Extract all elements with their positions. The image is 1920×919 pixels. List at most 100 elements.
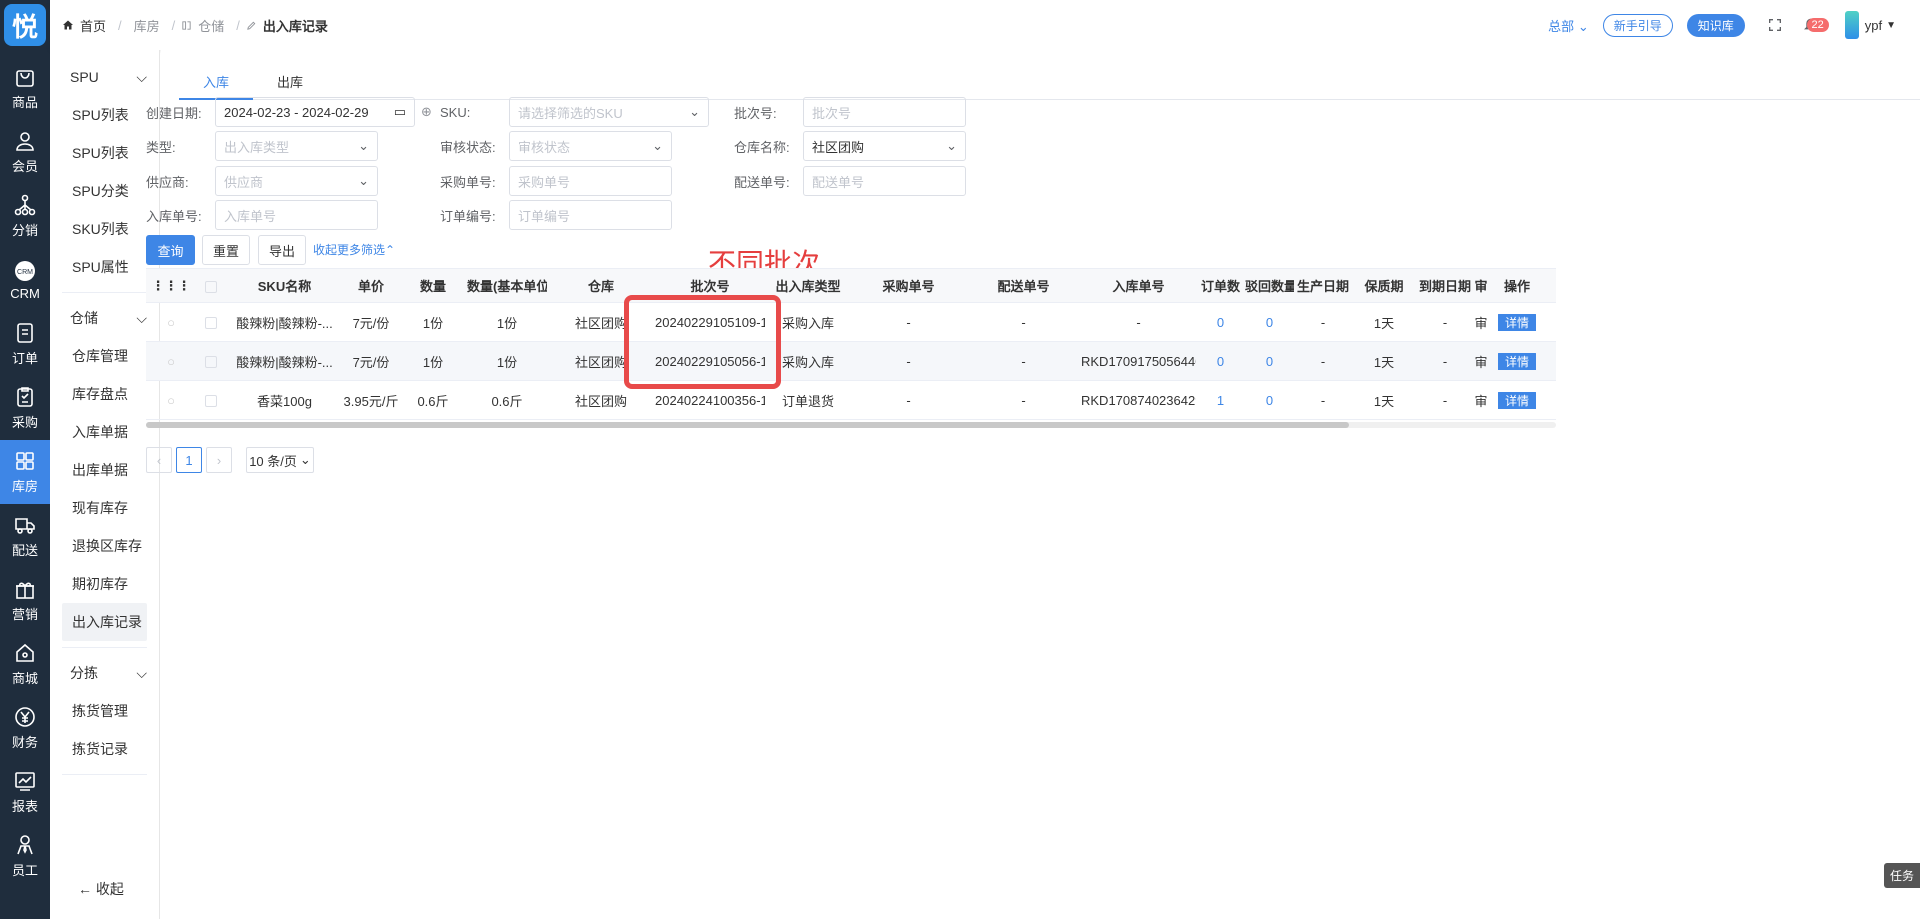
subitem-picking-records[interactable]: 拣货记录 bbox=[50, 730, 159, 768]
nav-item-finance[interactable]: 财务 bbox=[0, 696, 50, 760]
audit-status-select[interactable]: 审核状态 ⌄ bbox=[509, 131, 672, 161]
nav-item-delivery[interactable]: 配送 bbox=[0, 504, 50, 568]
nav-item-report[interactable]: 报表 bbox=[0, 760, 50, 824]
nav-item-staff[interactable]: 员工 bbox=[0, 824, 50, 888]
tabs: 入库 出库 bbox=[179, 72, 1920, 100]
nav-item-warehouse[interactable]: 库房 bbox=[0, 440, 50, 504]
nav-item-order[interactable]: 订单 bbox=[0, 312, 50, 376]
subitem-initial-stock[interactable]: 期初库存 bbox=[50, 565, 159, 603]
detail-button[interactable]: 详情 bbox=[1497, 313, 1536, 331]
row-checkbox[interactable] bbox=[205, 317, 217, 330]
reset-button[interactable]: 重置 bbox=[202, 235, 250, 265]
subitem-spu-list-2[interactable]: SPU列表 bbox=[50, 134, 159, 172]
row-radio[interactable]: ○ bbox=[146, 315, 196, 330]
sku-select[interactable]: 请选择筛选的SKU ⌄ bbox=[509, 97, 709, 127]
row-checkbox[interactable] bbox=[205, 395, 217, 408]
nav-item-marketing[interactable]: 营销 bbox=[0, 568, 50, 632]
collapse-sidebar-button[interactable]: ← 收起 bbox=[78, 879, 124, 899]
row-checkbox[interactable] bbox=[205, 356, 217, 369]
page-number[interactable]: 1 bbox=[176, 447, 202, 473]
subitem-sku-list[interactable]: SKU列表 bbox=[50, 210, 159, 248]
knowledge-base-button[interactable]: 知识库 bbox=[1686, 13, 1745, 37]
subitem-io-records[interactable]: 出入库记录 bbox=[62, 603, 147, 641]
notification-button[interactable]: 22 bbox=[1803, 16, 1829, 35]
calendar-icon: ▭ bbox=[393, 104, 406, 119]
breadcrumb-storage[interactable]: 仓储 bbox=[198, 16, 224, 35]
subitem-spu-category[interactable]: SPU分类 bbox=[50, 172, 159, 210]
export-button[interactable]: 导出 bbox=[258, 235, 306, 265]
subitem-outbound-docs[interactable]: 出库单据 bbox=[50, 451, 159, 489]
chevron-down-icon: ⌵ bbox=[136, 664, 147, 681]
subitem-spu-attr[interactable]: SPU属性 bbox=[50, 248, 159, 286]
chevron-down-icon: ⌄ bbox=[299, 452, 311, 467]
fullscreen-icon[interactable] bbox=[1767, 17, 1783, 33]
subgroup-spu[interactable]: SPU ⌵ bbox=[50, 58, 159, 96]
row-radio[interactable]: ○ bbox=[146, 354, 196, 369]
batch-cell: 20240224100356-1 bbox=[655, 392, 765, 408]
guide-button[interactable]: 新手引导 bbox=[1602, 13, 1673, 37]
task-button[interactable]: 任务 bbox=[1883, 863, 1920, 888]
warehouse-select[interactable]: 社区团购 ⌄ bbox=[803, 131, 966, 161]
subgroup-picking[interactable]: 分拣 ⌵ bbox=[50, 654, 159, 692]
tree-icon bbox=[14, 194, 36, 216]
select-all-checkbox[interactable] bbox=[205, 280, 217, 293]
filter-row: 创建日期: 2024-02-23 - 2024-02-29 ▭ ⊕ bbox=[146, 97, 432, 127]
prev-page-button[interactable]: ‹ bbox=[146, 447, 172, 473]
horizontal-scrollbar[interactable] bbox=[146, 422, 1556, 428]
chevron-down-icon: ⌄ bbox=[652, 138, 663, 153]
breadcrumb-home[interactable]: 首页 bbox=[80, 16, 106, 35]
nav-item-crm[interactable]: CRM CRM bbox=[0, 248, 50, 312]
avatar[interactable] bbox=[1844, 11, 1859, 39]
subgroup-storage[interactable]: 仓储 ⌵ bbox=[50, 299, 159, 337]
user-icon bbox=[16, 132, 34, 151]
chevron-down-icon: ⌄ bbox=[358, 173, 369, 188]
main-nav: 悦 商品 会员 分销 CRM CRM 订单 采购 库房 配送 营销 商城 财务 报… bbox=[0, 0, 50, 919]
chevron-down-icon: ⌄ bbox=[1577, 18, 1589, 34]
breadcrumb-warehouse[interactable]: 库房 bbox=[134, 16, 160, 35]
nav-item-purchase[interactable]: 采购 bbox=[0, 376, 50, 440]
subitem-current-stock[interactable]: 现有库存 bbox=[50, 489, 159, 527]
detail-button[interactable]: 详情 bbox=[1497, 352, 1536, 370]
inbound-no-input[interactable]: 入库单号 bbox=[215, 200, 378, 230]
scrollbar-thumb[interactable] bbox=[146, 422, 1349, 428]
tab-inbound[interactable]: 入库 bbox=[179, 72, 253, 100]
delivery-input[interactable]: 配送单号 bbox=[803, 166, 966, 196]
next-page-button[interactable]: › bbox=[206, 447, 232, 473]
toggle-filters-link[interactable]: 收起更多筛选⌃ bbox=[313, 241, 395, 258]
nav-item-member[interactable]: 会员 bbox=[0, 120, 50, 184]
subitem-stocktake[interactable]: 库存盘点 bbox=[50, 375, 159, 413]
bag-icon bbox=[16, 70, 34, 87]
subitem-inbound-docs[interactable]: 入库单据 bbox=[50, 413, 159, 451]
gift-icon bbox=[16, 582, 34, 599]
date-range-input[interactable]: 2024-02-23 - 2024-02-29 ▭ bbox=[215, 97, 415, 127]
row-radio[interactable]: ○ bbox=[146, 393, 196, 408]
subitem-return-stock[interactable]: 退换区库存 bbox=[50, 527, 159, 565]
nav-item-goods[interactable]: 商品 bbox=[0, 56, 50, 120]
subitem-spu-list-1[interactable]: SPU列表 bbox=[50, 96, 159, 134]
svg-text:CRM: CRM bbox=[17, 269, 33, 276]
type-select[interactable]: 出入库类型 ⌄ bbox=[215, 131, 378, 161]
page-size-select[interactable]: 10 条/页 ⌄ bbox=[246, 447, 314, 473]
caret-down-icon: ▼ bbox=[1886, 19, 1896, 31]
column-settings-icon[interactable]: ⋮⋮⋮ bbox=[146, 278, 196, 294]
table-header: ⋮⋮⋮ SKU名称 单价 数量 数量(基本单位) 仓库 批次号 出入库类型 采购… bbox=[146, 269, 1556, 303]
username[interactable]: ypf bbox=[1865, 18, 1882, 33]
org-dropdown[interactable]: 总部 ⌄ bbox=[1548, 16, 1589, 35]
supplier-select[interactable]: 供应商 ⌄ bbox=[215, 166, 378, 196]
detail-button[interactable]: 详情 bbox=[1497, 391, 1536, 409]
subitem-picking-mgmt[interactable]: 拣货管理 bbox=[50, 692, 159, 730]
app-logo: 悦 bbox=[4, 4, 46, 46]
nav-item-mall[interactable]: 商城 bbox=[0, 632, 50, 696]
subitem-warehouse-mgmt[interactable]: 仓库管理 bbox=[50, 337, 159, 375]
tab-outbound[interactable]: 出库 bbox=[253, 72, 327, 100]
pagination: ‹ 1 › 10 条/页 ⌄ bbox=[146, 447, 314, 473]
breadcrumb-current: 出入库记录 bbox=[262, 18, 328, 34]
home-icon bbox=[63, 20, 73, 30]
order-no-input[interactable]: 订单编号 bbox=[509, 200, 672, 230]
order-icon bbox=[17, 323, 33, 343]
query-button[interactable]: 查询 bbox=[146, 235, 195, 265]
nav-item-distribution[interactable]: 分销 bbox=[0, 184, 50, 248]
crm-icon: CRM bbox=[15, 261, 35, 281]
batch-input[interactable]: 批次号 bbox=[803, 97, 966, 127]
po-input[interactable]: 采购单号 bbox=[509, 166, 672, 196]
